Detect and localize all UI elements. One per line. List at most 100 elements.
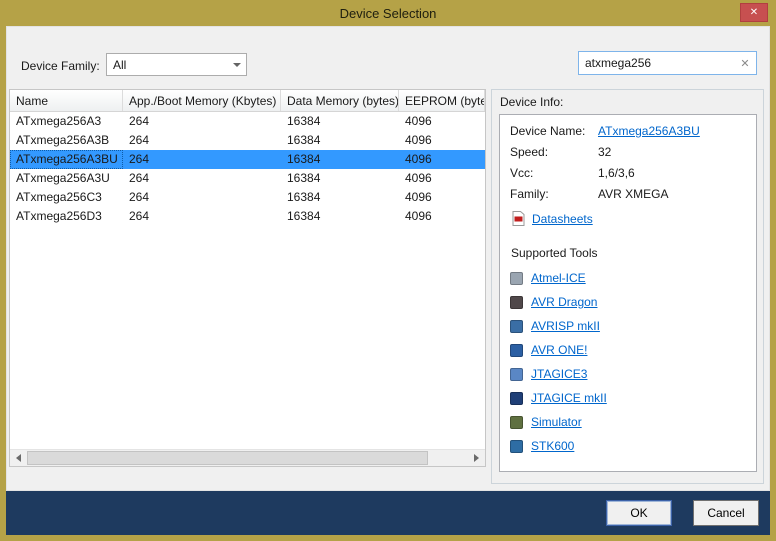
datasheets-row: Datasheets [512,211,746,226]
tool-item: STK600 [510,439,746,453]
table-row[interactable]: ATxmega256D3 264 16384 4096 [10,207,485,226]
cell-data-memory: 16384 [281,188,399,207]
tool-link[interactable]: JTAGICE mkII [531,391,607,405]
table-row[interactable]: ATxmega256C3 264 16384 4096 [10,188,485,207]
pdf-icon [512,211,525,226]
device-name-link[interactable]: ATxmega256A3BU [598,124,700,138]
device-name-field: Device Name: ATxmega256A3BU [510,124,746,138]
ok-button[interactable]: OK [606,500,672,526]
cell-data-memory: 16384 [281,150,399,169]
table-row[interactable]: ATxmega256A3B 264 16384 4096 [10,131,485,150]
cell-name: ATxmega256C3 [10,188,123,207]
column-header-app-boot-memory[interactable]: App./Boot Memory (Kbytes) [123,90,281,111]
device-info-header: Device Info: [500,95,757,109]
titlebar[interactable]: Device Selection ✕ [6,0,770,26]
device-table: Name App./Boot Memory (Kbytes) Data Memo… [9,89,486,467]
avrisp-mkii-icon [510,320,523,333]
search-box: ✕ [578,51,757,75]
column-header-eeprom[interactable]: EEPROM (bytes) [399,90,485,111]
close-icon: ✕ [750,7,758,18]
dropdown-arrow-button[interactable] [228,54,246,75]
vcc-value: 1,6/3,6 [598,166,635,180]
cell-data-memory: 16384 [281,131,399,150]
tool-link[interactable]: JTAGICE3 [531,367,587,381]
device-info-box: Device Name: ATxmega256A3BU Speed: 32 Vc… [499,114,757,472]
close-button[interactable]: ✕ [740,3,768,22]
search-input[interactable] [579,56,734,70]
avr-one-icon [510,344,523,357]
atmel-ice-icon [510,272,523,285]
cell-eeprom: 4096 [399,150,485,169]
cell-app-boot-memory: 264 [123,112,281,131]
clear-search-icon[interactable]: ✕ [734,57,756,70]
cell-eeprom: 4096 [399,112,485,131]
cell-eeprom: 4096 [399,207,485,226]
cell-eeprom: 4096 [399,169,485,188]
table-row[interactable]: ATxmega256A3 264 16384 4096 [10,112,485,131]
tool-item: Atmel-ICE [510,271,746,285]
table-body: ATxmega256A3 264 16384 4096 ATxmega256A3… [10,112,485,449]
vcc-field: Vcc: 1,6/3,6 [510,166,746,180]
family-field: Family: AVR XMEGA [510,187,746,201]
tool-link[interactable]: Atmel-ICE [531,271,586,285]
family-label: Family: [510,187,598,201]
tool-link[interactable]: AVR ONE! [531,343,587,357]
dialog-content: Device Family: All ✕ Name App./Boot Memo… [6,26,770,491]
cell-data-memory: 16384 [281,207,399,226]
avr-dragon-icon [510,296,523,309]
tool-item: AVR Dragon [510,295,746,309]
cancel-button[interactable]: Cancel [693,500,759,526]
scrollbar-thumb[interactable] [27,451,428,465]
scrollbar-track[interactable] [27,450,468,466]
tool-link[interactable]: STK600 [531,439,574,453]
cell-data-memory: 16384 [281,169,399,188]
device-info-panel: Device Info: Device Name: ATxmega256A3BU… [491,89,764,484]
tool-item: JTAGICE3 [510,367,746,381]
cell-name: ATxmega256A3 [10,112,123,131]
table-header: Name App./Boot Memory (Kbytes) Data Memo… [10,90,485,112]
cell-eeprom: 4096 [399,188,485,207]
simulator-icon [510,416,523,429]
vcc-label: Vcc: [510,166,598,180]
speed-label: Speed: [510,145,598,159]
cell-app-boot-memory: 264 [123,207,281,226]
tool-link[interactable]: AVR Dragon [531,295,597,309]
tool-item: JTAGICE mkII [510,391,746,405]
cell-name: ATxmega256D3 [10,207,123,226]
tool-link[interactable]: Simulator [531,415,582,429]
cell-app-boot-memory: 264 [123,131,281,150]
cell-name: ATxmega256A3U [10,169,123,188]
column-header-data-memory[interactable]: Data Memory (bytes) [281,90,399,111]
device-family-label: Device Family: [21,59,100,73]
device-family-value: All [107,58,228,72]
cell-app-boot-memory: 264 [123,150,281,169]
column-header-name[interactable]: Name [10,90,123,111]
cell-app-boot-memory: 264 [123,169,281,188]
speed-field: Speed: 32 [510,145,746,159]
family-value: AVR XMEGA [598,187,668,201]
device-selection-dialog: Device Selection ✕ Device Family: All ✕ … [0,0,776,541]
horizontal-scrollbar[interactable] [10,449,485,466]
datasheets-link[interactable]: Datasheets [532,212,593,226]
cell-app-boot-memory: 264 [123,188,281,207]
device-name-label: Device Name: [510,124,598,138]
tool-item: AVR ONE! [510,343,746,357]
cell-data-memory: 16384 [281,112,399,131]
supported-tools-header: Supported Tools [511,246,746,260]
stk600-icon [510,440,523,453]
tool-item: Simulator [510,415,746,429]
cell-name: ATxmega256A3BU [10,150,123,169]
table-row[interactable]: ATxmega256A3U 264 16384 4096 [10,169,485,188]
tool-item: AVRISP mkII [510,319,746,333]
arrow-left-icon [16,454,21,462]
chevron-down-icon [233,63,241,67]
tool-link[interactable]: AVRISP mkII [531,319,600,333]
jtagice3-icon [510,368,523,381]
scroll-right-button[interactable] [468,450,485,466]
dialog-footer: OK Cancel [6,491,770,535]
jtagice-mkii-icon [510,392,523,405]
device-family-select[interactable]: All [106,53,247,76]
arrow-right-icon [474,454,479,462]
scroll-left-button[interactable] [10,450,27,466]
table-row-selected[interactable]: ATxmega256A3BU 264 16384 4096 [10,150,485,169]
